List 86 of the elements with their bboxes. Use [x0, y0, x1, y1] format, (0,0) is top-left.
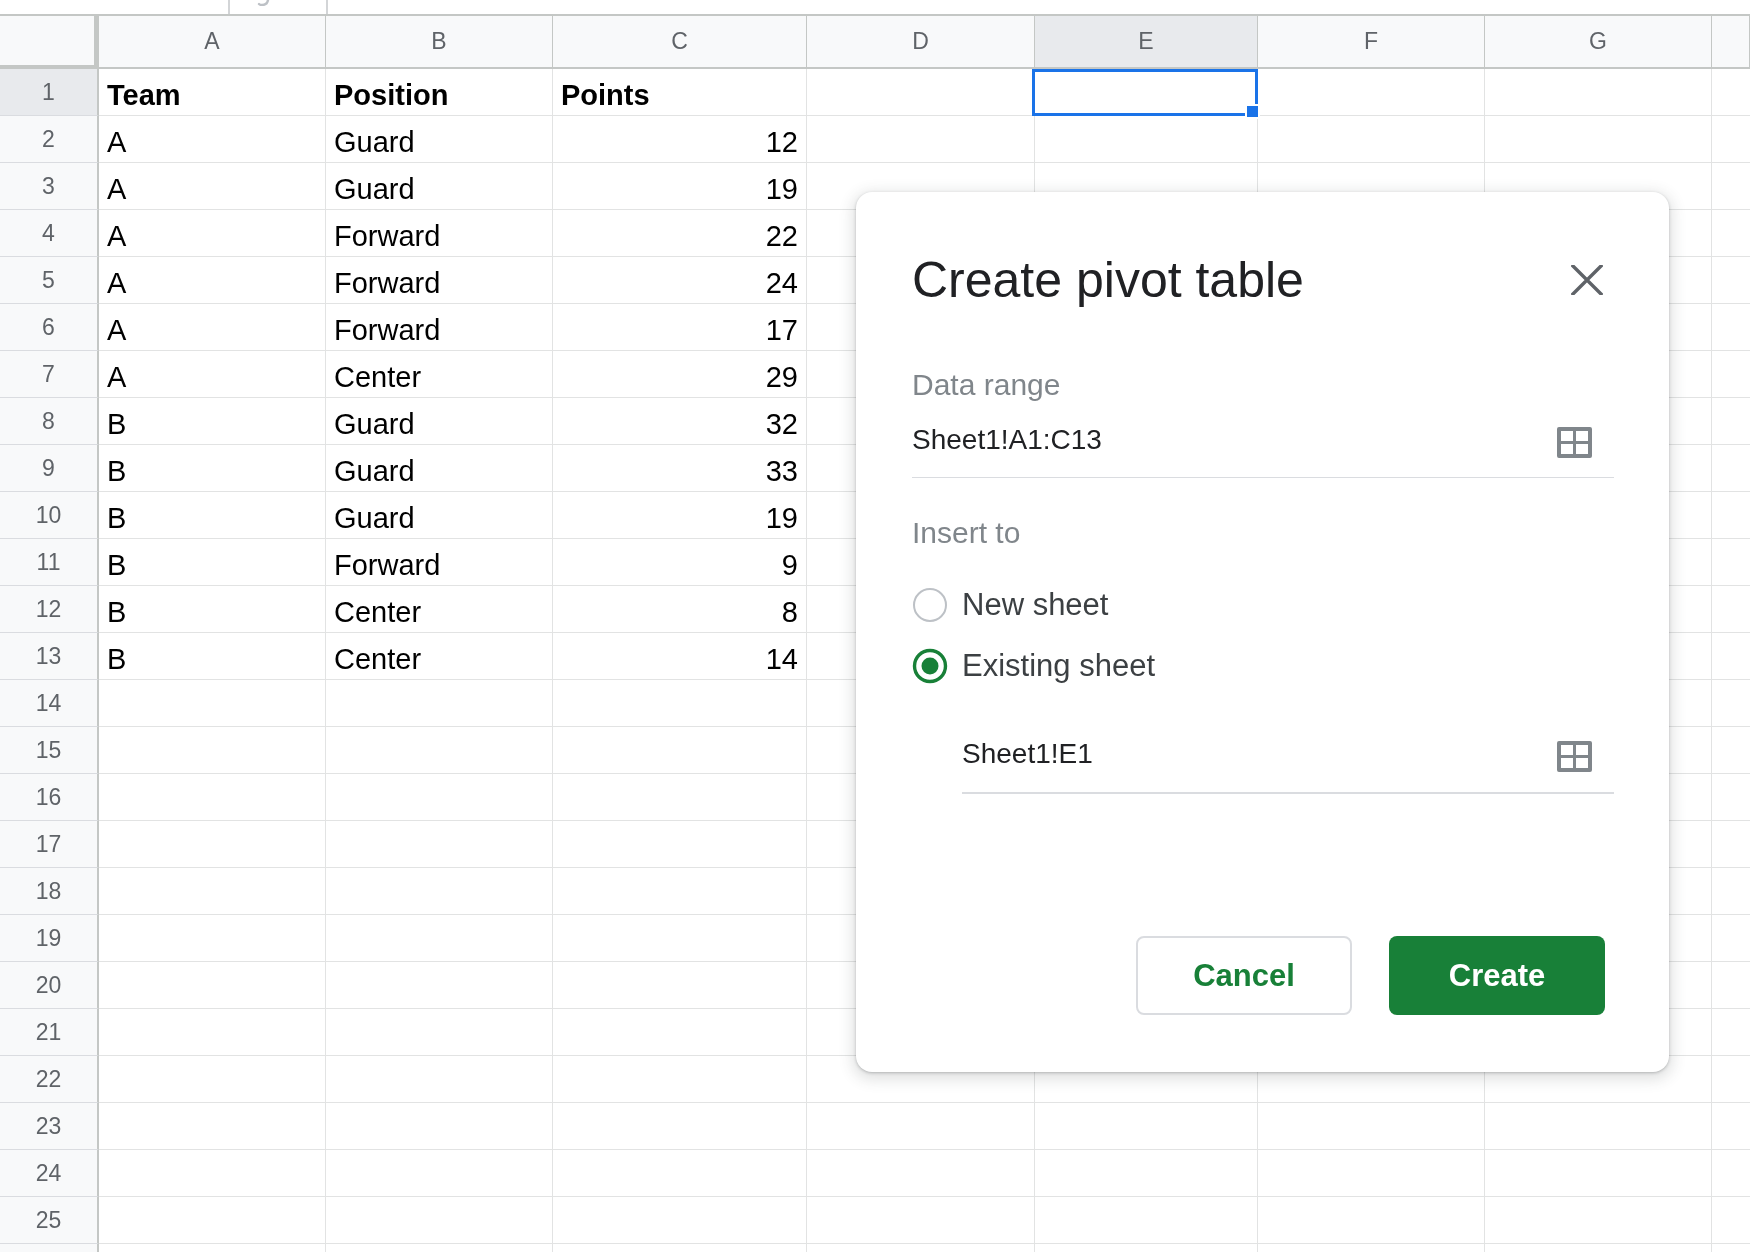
row-header[interactable]: 21: [0, 1009, 99, 1056]
table-cell-text: Forward: [333, 313, 442, 348]
option-label: Existing sheet: [962, 648, 1155, 684]
table-cell-text: Position: [333, 78, 450, 113]
table-cell-text: Forward: [333, 266, 442, 301]
option-label: New sheet: [962, 587, 1109, 623]
row-header[interactable]: 3: [0, 163, 99, 210]
table-cell-text: Guard: [333, 172, 416, 207]
table-cell-text: A: [106, 360, 128, 395]
row-header[interactable]: 12: [0, 586, 99, 633]
grid-icon[interactable]: [1557, 427, 1592, 458]
row-header[interactable]: 1: [0, 69, 99, 116]
row-header[interactable]: 22: [0, 1056, 99, 1103]
table-cell-text: 19: [764, 501, 799, 536]
table-cell-text: A: [106, 219, 128, 254]
radio-button[interactable]: [912, 587, 948, 623]
row-header[interactable]: 17: [0, 821, 99, 868]
table-cell-text: Points: [560, 78, 651, 113]
column-header[interactable]: C: [553, 16, 807, 69]
row-header[interactable]: 16: [0, 774, 99, 821]
column-header[interactable]: G: [1485, 16, 1712, 69]
row-header[interactable]: 5: [0, 257, 99, 304]
fill-handle[interactable]: [1245, 104, 1260, 119]
table-cell-text: B: [106, 595, 128, 630]
cancel-button[interactable]: Cancel: [1136, 936, 1352, 1015]
table-cell-text: A: [106, 125, 128, 160]
table-cell-text: 9: [780, 548, 799, 583]
table-cell-text: B: [106, 642, 128, 677]
range-field[interactable]: Sheet1!A1:C13: [912, 423, 1614, 478]
table-cell-text: 22: [764, 219, 799, 254]
table-cell-text: 33: [764, 454, 799, 489]
row-header[interactable]: 2: [0, 116, 99, 163]
table-cell-text: Guard: [333, 501, 416, 536]
table-cell-text: Center: [333, 642, 423, 677]
table-cell-text: Guard: [333, 407, 416, 442]
table-cell-text: Guard: [333, 125, 416, 160]
row-header[interactable]: 23: [0, 1103, 99, 1150]
radio-button[interactable]: [912, 648, 948, 684]
row-header[interactable]: 9: [0, 445, 99, 492]
table-cell-text: B: [106, 548, 128, 583]
create-button[interactable]: Create: [1389, 936, 1605, 1015]
row-header[interactable]: 15: [0, 727, 99, 774]
table-cell-text: B: [106, 501, 128, 536]
table-cell-text: Center: [333, 595, 423, 630]
field-label: Data range: [912, 367, 1061, 403]
row-header[interactable]: 10: [0, 492, 99, 539]
table-cell-text: Forward: [333, 548, 442, 583]
table-cell-text: A: [106, 172, 128, 207]
table-cell-text: 12: [764, 125, 799, 160]
table-cell-text: Team: [106, 78, 182, 113]
table-cell-text: 29: [764, 360, 799, 395]
table-cell-text: Guard: [333, 454, 416, 489]
table-cell-text: B: [106, 407, 128, 442]
table-cell-text: A: [106, 266, 128, 301]
column-header[interactable]: F: [1258, 16, 1485, 69]
table-cell-text: 24: [764, 266, 799, 301]
row-header[interactable]: 8: [0, 398, 99, 445]
table-cell-text: A: [106, 313, 128, 348]
row-header[interactable]: 14: [0, 680, 99, 727]
column-header[interactable]: D: [807, 16, 1035, 69]
field-label: Insert to: [912, 515, 1021, 551]
row-header[interactable]: 6: [0, 304, 99, 351]
location-field[interactable]: Sheet1!E1: [962, 737, 1614, 794]
table-cell-text: 14: [764, 642, 799, 677]
row-header[interactable]: 25: [0, 1197, 99, 1244]
row-header[interactable]: 20: [0, 962, 99, 1009]
table-cell-text: 32: [764, 407, 799, 442]
table-cell-text: 17: [764, 313, 799, 348]
row-header[interactable]: 18: [0, 868, 99, 915]
close-button[interactable]: [1571, 265, 1603, 295]
row-header[interactable]: 7: [0, 351, 99, 398]
table-cell-text: B: [106, 454, 128, 489]
dialog-title: Create pivot table: [912, 251, 1304, 310]
row-header[interactable]: 13: [0, 633, 99, 680]
row-header[interactable]: 24: [0, 1150, 99, 1197]
row-header[interactable]: 11: [0, 539, 99, 586]
table-cell-text: 8: [780, 595, 799, 630]
row-header[interactable]: 19: [0, 915, 99, 962]
table-cell-text: 19: [764, 172, 799, 207]
row-header[interactable]: 4: [0, 210, 99, 257]
grid-icon[interactable]: [1557, 741, 1592, 772]
table-cell-text: Center: [333, 360, 423, 395]
table-cell-text: Forward: [333, 219, 442, 254]
column-header[interactable]: E: [1035, 16, 1258, 69]
column-header[interactable]: A: [99, 16, 326, 69]
column-header[interactable]: B: [326, 16, 553, 69]
